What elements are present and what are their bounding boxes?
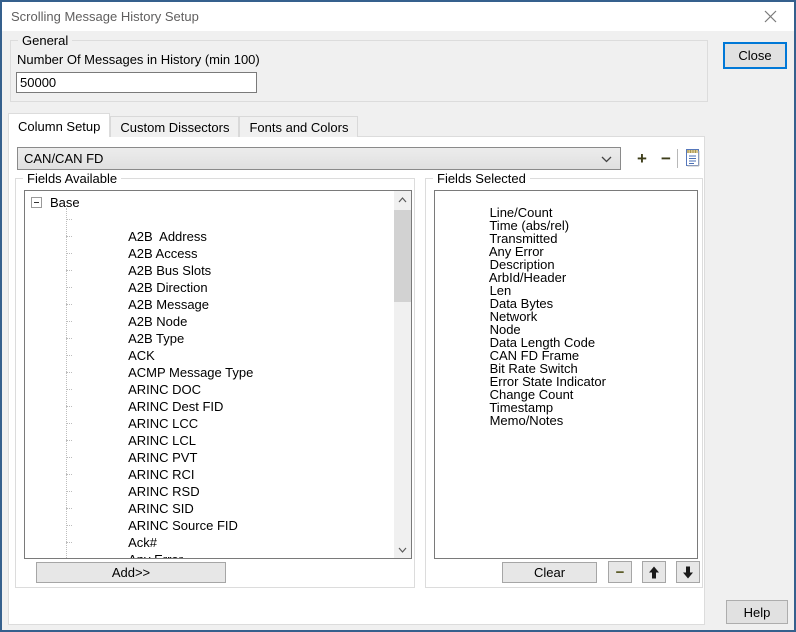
move-field-down-button[interactable] — [676, 561, 700, 583]
add-field-button[interactable]: Add>> — [36, 562, 226, 583]
title-bar: Scrolling Message History Setup — [2, 2, 794, 31]
tab-fonts-and-colors[interactable]: Fonts and Colors — [239, 116, 358, 137]
tree-item[interactable]: ARINC LCL — [25, 415, 394, 432]
scroll-up-icon — [398, 197, 407, 203]
window-title: Scrolling Message History Setup — [11, 9, 199, 24]
message-count-label: Number Of Messages in History (min 100) — [17, 52, 260, 67]
list-item[interactable]: Line/Count — [439, 193, 697, 206]
fields-selected-label: Fields Selected — [433, 171, 530, 186]
close-button[interactable]: Close — [723, 42, 787, 69]
arrow-down-icon — [682, 566, 694, 579]
window-close-button[interactable] — [748, 2, 792, 31]
general-group-label: General — [18, 33, 72, 48]
collapse-icon[interactable] — [31, 197, 42, 208]
help-button[interactable]: Help — [726, 600, 788, 624]
tree-item[interactable]: ARINC Dest FID — [25, 381, 394, 398]
tree-item[interactable]: A2B Access — [25, 228, 394, 245]
tree-item[interactable]: ARINC LCC — [25, 398, 394, 415]
tab-column-setup[interactable]: Column Setup — [8, 113, 110, 137]
protocol-dropdown-value: CAN/CAN FD — [24, 151, 103, 166]
tree-item[interactable]: ARINC RCI — [25, 449, 394, 466]
tree-item[interactable]: ARINC SID — [25, 483, 394, 500]
tree-item[interactable]: ACMP Message Type — [25, 347, 394, 364]
tree-item[interactable]: A2B Message — [25, 279, 394, 296]
add-protocol-button[interactable]: + — [632, 148, 652, 169]
chevron-down-icon — [601, 156, 612, 163]
tree-item-list: A2B Address A2B Access A2B Bus Slots — [25, 211, 394, 558]
tree-item[interactable]: A2B Address — [25, 211, 394, 228]
fields-available-label: Fields Available — [23, 171, 121, 186]
clipboard-icon — [685, 148, 702, 168]
tree-item[interactable]: A2B Type — [25, 313, 394, 330]
scroll-down-icon — [398, 547, 407, 553]
column-setup-tab-page: CAN/CAN FD + − — [8, 136, 705, 625]
tree-item[interactable]: A2B Node — [25, 296, 394, 313]
tree-content: Base A2B Address A2B Access — [25, 191, 394, 558]
scroll-up-button[interactable] — [394, 191, 411, 208]
toolbar-separator — [677, 149, 678, 168]
move-field-up-button[interactable] — [642, 561, 666, 583]
tree-item[interactable]: A2B Direction — [25, 262, 394, 279]
tree-item[interactable]: ARINC DOC — [25, 364, 394, 381]
scrolling-message-history-setup-dialog: Scrolling Message History Setup General … — [0, 0, 796, 632]
clear-button[interactable]: Clear — [502, 562, 597, 583]
tree-item[interactable]: ARINC RSD — [25, 466, 394, 483]
copy-columns-button[interactable] — [685, 148, 704, 169]
message-count-input[interactable] — [16, 72, 257, 93]
arrow-up-icon — [648, 566, 660, 579]
tree-item[interactable]: ArbId/Header — [25, 551, 394, 558]
tree-item[interactable]: Any Error — [25, 534, 394, 551]
tree-item[interactable]: A2B Bus Slots — [25, 245, 394, 262]
tree-item[interactable]: ARINC PVT — [25, 432, 394, 449]
tree-root-label: Base — [50, 194, 80, 211]
tree-item[interactable]: ARINC Source FID — [25, 500, 394, 517]
fields-selected-group: Fields Selected Line/Count Time (abs/rel… — [425, 178, 703, 588]
fields-selected-list: Line/Count Time (abs/rel) Transmitted An… — [434, 190, 698, 559]
tab-custom-dissectors[interactable]: Custom Dissectors — [110, 116, 239, 137]
remove-protocol-button[interactable]: − — [656, 148, 676, 169]
fields-available-group: Fields Available Base A2B Address — [15, 178, 415, 588]
selected-item-list: Line/Count Time (abs/rel) Transmitted An… — [439, 193, 697, 414]
close-icon — [764, 10, 777, 23]
scroll-down-button[interactable] — [394, 541, 411, 558]
tree-item[interactable]: ACK — [25, 330, 394, 347]
tree-root-item[interactable]: Base — [25, 194, 394, 211]
scrollbar-thumb[interactable] — [394, 210, 411, 302]
tree-item[interactable]: Ack# — [25, 517, 394, 534]
fields-available-tree: Base A2B Address A2B Access — [24, 190, 412, 559]
general-group: General Number Of Messages in History (m… — [10, 40, 708, 102]
remove-selected-field-button[interactable]: − — [608, 561, 632, 583]
tab-strip: Column Setup Custom Dissectors Fonts and… — [8, 113, 358, 137]
tree-scrollbar[interactable] — [394, 191, 411, 558]
protocol-dropdown[interactable]: CAN/CAN FD — [17, 147, 621, 170]
